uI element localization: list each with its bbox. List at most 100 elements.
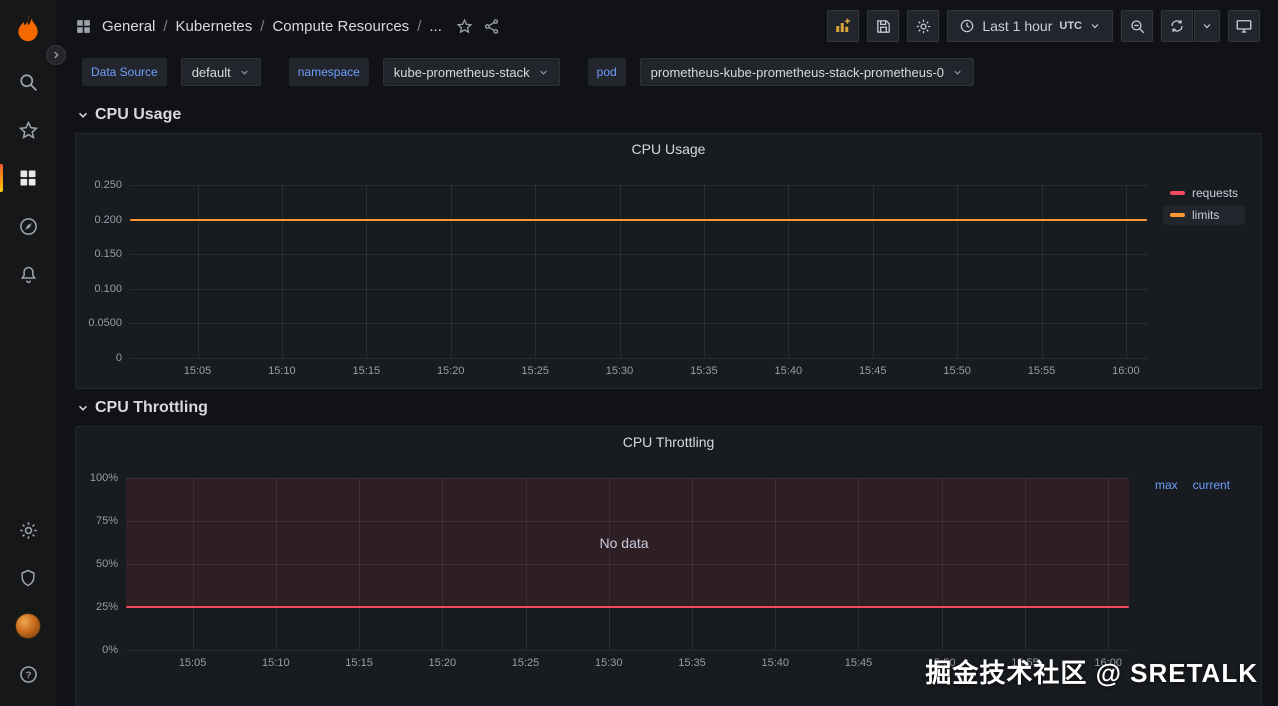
- dashboard-content: CPU Usage CPU Usage 0 0.0500 0.100 0.150 0.2…: [56, 96, 1278, 706]
- top-navbar: General/Kubernetes/Compute Resources/...: [56, 0, 1278, 52]
- gridline: [126, 650, 1129, 651]
- y-tick-label: 100%: [84, 472, 118, 484]
- gridline: [198, 185, 199, 358]
- x-tick-label: 15:45: [851, 365, 895, 377]
- zoom-out-button[interactable]: [1121, 10, 1153, 42]
- x-tick-label: 15:40: [766, 365, 810, 377]
- shield-icon: [18, 568, 38, 588]
- chevron-down-icon: [239, 67, 250, 78]
- variable-value: prometheus-kube-prometheus-stack-prometh…: [651, 65, 944, 80]
- sidebar-expand-button[interactable]: [46, 45, 66, 65]
- x-tick-label: 15:30: [587, 657, 631, 669]
- sidebar-item-dashboards[interactable]: [0, 154, 56, 202]
- breadcrumb-separator: /: [260, 18, 264, 35]
- legend-header[interactable]: max: [1155, 478, 1178, 492]
- chevron-down-icon: [538, 67, 549, 78]
- star-dashboard-icon[interactable]: [456, 18, 473, 35]
- sidebar-item-profile[interactable]: [0, 602, 56, 650]
- variable-dropdown-namespace[interactable]: kube-prometheus-stack: [383, 58, 560, 86]
- y-tick-label: 0.250: [84, 179, 122, 191]
- gridline: [957, 185, 958, 358]
- sidebar-item-help[interactable]: ?: [0, 650, 56, 698]
- share-icon[interactable]: [483, 18, 500, 35]
- gridline: [1126, 185, 1127, 358]
- dashboard-apps-icon: [75, 18, 92, 35]
- x-tick-label: 15:25: [513, 365, 557, 377]
- sidebar-item-configuration[interactable]: [0, 506, 56, 554]
- gridline: [620, 185, 621, 358]
- legend-swatch-icon: [1170, 191, 1185, 195]
- monitor-icon: [1235, 17, 1253, 35]
- gridline: [873, 185, 874, 358]
- gridline: [535, 185, 536, 358]
- refresh-button[interactable]: [1161, 10, 1193, 42]
- sidebar-item-search[interactable]: [0, 58, 56, 106]
- x-tick-label: 15:35: [682, 365, 726, 377]
- panel-title[interactable]: CPU Throttling: [76, 427, 1261, 457]
- variable-namespace: namespace kube-prometheus-stack: [289, 58, 560, 86]
- legend-item[interactable]: requests: [1163, 183, 1245, 203]
- breadcrumb-item[interactable]: General: [102, 18, 155, 35]
- legend-swatch-icon: [1170, 213, 1185, 217]
- x-tick-label: 15:15: [344, 365, 388, 377]
- y-tick-label: 0: [84, 352, 122, 364]
- chevron-right-icon: [51, 50, 61, 60]
- sidebar-item-starred[interactable]: [0, 106, 56, 154]
- chevron-down-icon: [1201, 20, 1213, 32]
- gridline: [788, 185, 789, 358]
- section-cpu-throttling[interactable]: CPU Throttling: [75, 389, 1262, 426]
- breadcrumb-separator: /: [163, 18, 167, 35]
- cycle-view-button[interactable]: [1228, 10, 1260, 42]
- legend: max current: [1155, 478, 1230, 492]
- dashboard-settings-button[interactable]: [907, 10, 939, 42]
- sidebar: ?: [0, 0, 56, 706]
- y-tick-label: 0.100: [84, 283, 122, 295]
- breadcrumb: General/Kubernetes/Compute Resources/...: [102, 18, 442, 35]
- sidebar-item-server-admin[interactable]: [0, 554, 56, 602]
- x-tick-label: 15:05: [171, 657, 215, 669]
- series-line-limits: [130, 219, 1147, 221]
- search-icon: [18, 72, 39, 93]
- panel-title[interactable]: CPU Usage: [76, 134, 1261, 164]
- threshold-line: [126, 606, 1129, 608]
- cpu-usage-chart: 00.05000.1000.1500.2000.25015:0515:1015:…: [84, 164, 1253, 384]
- refresh-interval-dropdown[interactable]: [1194, 10, 1220, 42]
- chevron-down-icon: [76, 108, 90, 122]
- variable-dropdown-pod[interactable]: prometheus-kube-prometheus-stack-prometh…: [640, 58, 974, 86]
- variable-pod: pod prometheus-kube-prometheus-stack-pro…: [588, 58, 974, 86]
- chevron-down-icon: [1089, 20, 1101, 32]
- main-area: General/Kubernetes/Compute Resources/...: [56, 0, 1278, 706]
- y-tick-label: 0.0500: [84, 317, 122, 329]
- save-dashboard-button[interactable]: [867, 10, 899, 42]
- legend-header[interactable]: current: [1193, 478, 1230, 492]
- x-tick-label: 15:15: [337, 657, 381, 669]
- x-tick-label: 15:50: [935, 365, 979, 377]
- y-tick-label: 0.200: [84, 214, 122, 226]
- x-tick-label: 15:20: [420, 657, 464, 669]
- variable-dropdown-datasource[interactable]: default: [181, 58, 261, 86]
- add-panel-button[interactable]: [827, 10, 859, 42]
- sidebar-item-alerting[interactable]: [0, 250, 56, 298]
- y-tick-label: 0.150: [84, 248, 122, 260]
- panel-cpu-usage: CPU Usage 0 0.0500 0.100 0.150 0.200 0.250 15:…: [75, 133, 1262, 389]
- help-icon: ?: [18, 664, 39, 685]
- variable-label-namespace: namespace: [289, 58, 369, 86]
- compass-icon: [18, 216, 39, 237]
- x-tick-label: 15:55: [1020, 365, 1064, 377]
- sidebar-item-explore[interactable]: [0, 202, 56, 250]
- section-cpu-usage[interactable]: CPU Usage: [75, 96, 1262, 133]
- breadcrumb-item[interactable]: Kubernetes: [176, 18, 253, 35]
- x-tick-label: 16:00: [1104, 365, 1148, 377]
- no-data-text: No data: [600, 535, 649, 551]
- chevron-down-icon: [76, 401, 90, 415]
- breadcrumb-item[interactable]: ...: [429, 18, 442, 35]
- clock-icon: [959, 18, 975, 34]
- x-tick-label: 15:35: [670, 657, 714, 669]
- legend-item[interactable]: limits: [1163, 205, 1245, 225]
- zoom-out-icon: [1129, 18, 1146, 35]
- variable-label-pod: pod: [588, 58, 626, 86]
- x-tick-label: 15:10: [254, 657, 298, 669]
- x-tick-label: 15:05: [176, 365, 220, 377]
- breadcrumb-item[interactable]: Compute Resources: [272, 18, 409, 35]
- time-range-picker[interactable]: Last 1 hour UTC: [947, 10, 1113, 42]
